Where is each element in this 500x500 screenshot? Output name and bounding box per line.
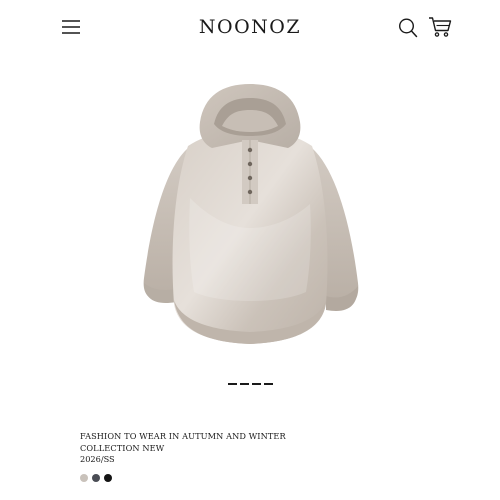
product-season: 2026/SS [80, 454, 115, 464]
carousel-dot[interactable] [228, 383, 237, 385]
carousel-dot[interactable] [252, 383, 261, 385]
cart-icon[interactable] [428, 16, 452, 38]
product-image[interactable] [130, 78, 370, 368]
swatch-black[interactable] [104, 474, 112, 482]
search-icon[interactable] [398, 17, 418, 39]
product-title-line-1[interactable]: FASHION TO WEAR IN AUTUMN AND WINTER [80, 431, 420, 443]
brand-logo[interactable]: NOONOZ [0, 16, 500, 38]
top-bar: NOONOZ [0, 0, 500, 56]
product-title-line-2[interactable]: COLLECTION NEW [80, 443, 420, 455]
swatch-charcoal[interactable] [92, 474, 100, 482]
product-page: NOONOZ FASHION TO WEAR IN AUTUMN AND WIN… [0, 0, 500, 500]
carousel-dot[interactable] [240, 383, 249, 385]
swatch-beige-grey[interactable] [80, 474, 88, 482]
carousel-indicator[interactable] [228, 383, 273, 387]
product-info: FASHION TO WEAR IN AUTUMN AND WINTER COL… [80, 431, 420, 466]
color-swatches [80, 474, 112, 482]
carousel-dot[interactable] [264, 383, 273, 385]
